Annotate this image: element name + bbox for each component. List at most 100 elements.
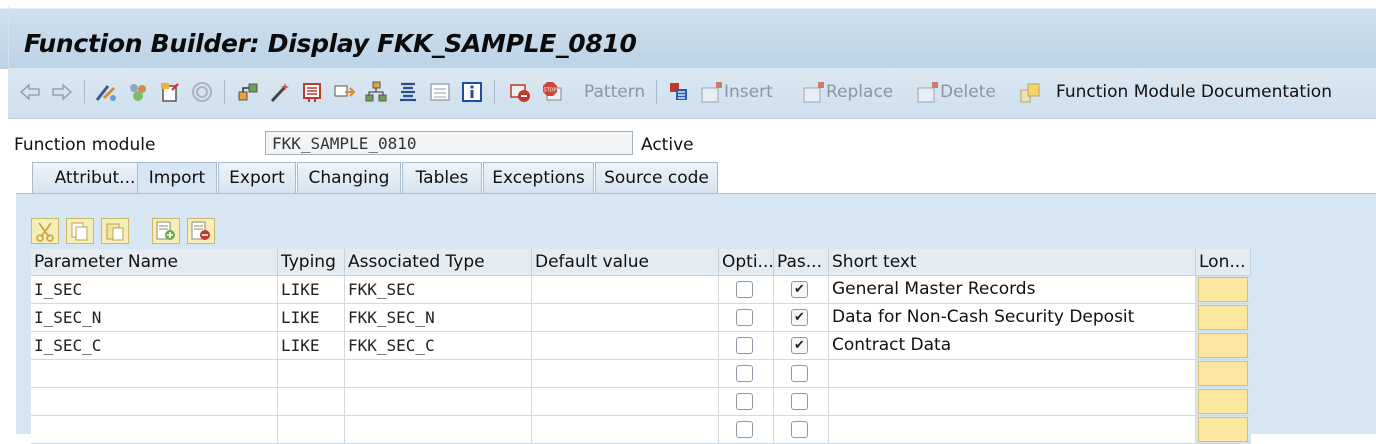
pass-value-checkbox[interactable]: ✔ (791, 281, 808, 298)
tab-export[interactable]: Export (218, 162, 296, 193)
long-text-button[interactable] (1198, 361, 1248, 386)
navigate-button[interactable] (236, 78, 260, 106)
cell-optional (719, 360, 774, 388)
cell-default-value[interactable] (532, 416, 719, 444)
long-text-button[interactable] (1198, 277, 1248, 302)
cell-short-text[interactable] (829, 388, 1196, 416)
activate-button[interactable] (126, 78, 150, 106)
info-panel-button[interactable] (428, 78, 452, 106)
where-used-icon (192, 82, 212, 102)
cell-typing[interactable] (278, 416, 345, 444)
insert-icon (701, 82, 722, 103)
cell-associated-type[interactable] (345, 416, 532, 444)
tab-import[interactable]: Import (137, 162, 217, 195)
cell-parameter-name[interactable] (31, 388, 278, 416)
cell-short-text[interactable]: Data for Non-Cash Security Deposit (829, 304, 1196, 332)
pattern-button[interactable]: Pattern (584, 78, 645, 106)
tab-exceptions[interactable]: Exceptions (483, 162, 594, 193)
pass-value-checkbox[interactable] (791, 365, 808, 382)
cell-associated-type[interactable]: FKK_SEC (345, 276, 532, 304)
cell-parameter-name[interactable]: I_SEC_N (31, 304, 278, 332)
cell-typing[interactable] (278, 360, 345, 388)
optional-checkbox[interactable] (736, 365, 753, 382)
delete-button[interactable]: Delete (916, 78, 996, 106)
column-header-short-text[interactable]: Short text (829, 249, 1196, 276)
column-header-long-text[interactable]: Lon... (1196, 249, 1251, 276)
cell-short-text[interactable]: General Master Records (829, 276, 1196, 304)
info-button[interactable] (460, 78, 484, 106)
cell-short-text[interactable] (829, 416, 1196, 444)
column-header-default-value[interactable]: Default value (532, 249, 719, 276)
insert-row-button[interactable] (152, 218, 180, 244)
cell-pass-value (774, 360, 829, 388)
cell-default-value[interactable] (532, 332, 719, 360)
tab-changing[interactable]: Changing (297, 162, 401, 193)
cell-default-value[interactable] (532, 304, 719, 332)
cell-associated-type[interactable] (345, 388, 532, 416)
cell-typing[interactable]: LIKE (278, 332, 345, 360)
optional-checkbox[interactable] (736, 393, 753, 410)
long-text-button[interactable] (1198, 333, 1248, 358)
tab-source-code[interactable]: Source code (595, 162, 718, 193)
back-button[interactable] (18, 78, 42, 106)
svg-text:STOP: STOP (543, 88, 556, 94)
pattern-editor-button[interactable] (666, 78, 690, 106)
object-list-icon (303, 83, 321, 102)
pretty-printer-button[interactable] (396, 78, 420, 106)
pass-value-checkbox[interactable] (791, 393, 808, 410)
title-bar: Function Builder: Display FKK_SAMPLE_081… (0, 0, 1376, 69)
where-used-button[interactable] (190, 78, 214, 106)
delete-row-button[interactable] (187, 218, 215, 244)
long-text-button[interactable] (1198, 389, 1248, 414)
cell-associated-type[interactable]: FKK_SEC_N (345, 304, 532, 332)
cell-parameter-name[interactable]: I_SEC_C (31, 332, 278, 360)
cell-typing[interactable]: LIKE (278, 276, 345, 304)
column-header-optional[interactable]: Opti... (719, 249, 774, 276)
cell-short-text[interactable]: Contract Data (829, 332, 1196, 360)
navigation-window-button[interactable] (332, 78, 356, 106)
column-header-pass-value[interactable]: Pas... (774, 249, 829, 276)
long-text-button[interactable] (1198, 305, 1248, 330)
cell-default-value[interactable] (532, 388, 719, 416)
cell-pass-value: ✔ (774, 276, 829, 304)
cell-typing[interactable] (278, 388, 345, 416)
column-header-associated-type[interactable]: Associated Type (345, 249, 532, 276)
cell-parameter-name[interactable] (31, 360, 278, 388)
function-module-field[interactable]: FKK_SAMPLE_0810 (265, 131, 633, 155)
paste-button[interactable] (101, 218, 129, 244)
hierarchy-button[interactable] (364, 78, 388, 106)
cell-parameter-name[interactable] (31, 416, 278, 444)
cell-typing[interactable]: LIKE (278, 304, 345, 332)
test-button[interactable] (508, 78, 532, 106)
replace-button[interactable]: Replace (802, 78, 893, 106)
pass-value-checkbox[interactable]: ✔ (791, 309, 808, 326)
copy-button[interactable] (66, 218, 94, 244)
cell-short-text[interactable] (829, 360, 1196, 388)
cell-default-value[interactable] (532, 360, 719, 388)
insert-button[interactable]: Insert (700, 78, 773, 106)
magic-wand-button[interactable] (268, 78, 292, 106)
column-header-parameter-name[interactable]: Parameter Name (31, 249, 278, 276)
cell-associated-type[interactable] (345, 360, 532, 388)
object-list-button[interactable] (300, 78, 324, 106)
optional-checkbox[interactable] (736, 337, 753, 354)
forward-button[interactable] (50, 78, 74, 106)
tab-tables[interactable]: Tables (402, 162, 482, 193)
documentation-button[interactable]: Function Module Documentation (1018, 78, 1332, 106)
long-text-button[interactable] (1198, 417, 1248, 442)
display-change-button[interactable] (158, 78, 182, 106)
column-header-typing[interactable]: Typing (278, 249, 345, 276)
optional-checkbox[interactable] (736, 309, 753, 326)
cell-associated-type[interactable]: FKK_SEC_C (345, 332, 532, 360)
cut-button[interactable] (31, 218, 59, 244)
pass-value-checkbox[interactable] (791, 421, 808, 438)
tab-attributes[interactable]: Attribut... (32, 162, 138, 193)
cell-default-value[interactable] (532, 276, 719, 304)
other-object-button[interactable] (94, 78, 118, 106)
stop-button[interactable]: STOP (540, 78, 564, 106)
paste-icon (106, 223, 124, 241)
cell-parameter-name[interactable]: I_SEC (31, 276, 278, 304)
optional-checkbox[interactable] (736, 281, 753, 298)
pass-value-checkbox[interactable]: ✔ (791, 337, 808, 354)
optional-checkbox[interactable] (736, 421, 753, 438)
